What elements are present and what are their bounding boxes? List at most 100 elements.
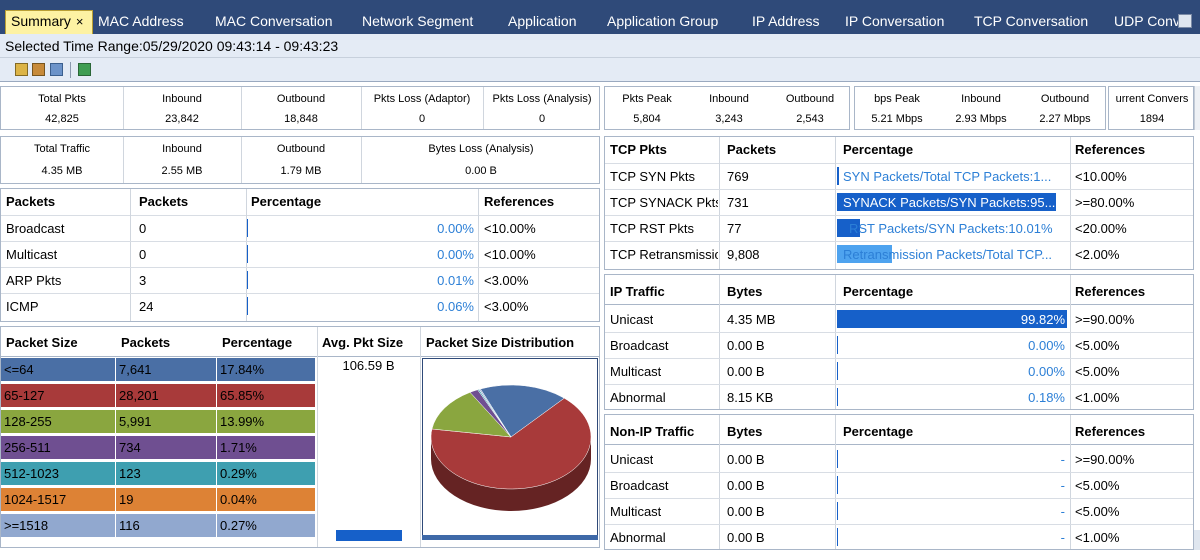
table-row[interactable]: 65-127 28,201 65.85% — [1, 384, 316, 407]
table-row[interactable]: <=64 7,641 17.84% — [1, 358, 316, 381]
col-header-references: References — [484, 194, 555, 209]
row-percentage: RST Packets/SYN Packets:10.01% — [849, 221, 1053, 236]
tab-application[interactable]: Application — [508, 11, 588, 34]
pkts-peak-pane: Pkts Peak Inbound Outbound 5,804 3,243 2… — [604, 86, 850, 130]
row-packets: 7,641 — [116, 358, 217, 381]
row-reference: >=90.00% — [1075, 452, 1135, 467]
bps-peak-pane: bps Peak Inbound Outbound 5.21 Mbps 2.93… — [854, 86, 1106, 130]
outbound-value: 2,543 — [796, 113, 824, 125]
tab-summary[interactable]: Summary — [5, 10, 93, 34]
col-header-percentage: Percentage — [843, 284, 914, 299]
row-packets: 5,991 — [116, 410, 217, 433]
col-header-bytes: Bytes — [727, 284, 763, 299]
divider — [719, 275, 720, 409]
ip-traffic-table: IP Traffic Bytes Percentage References U… — [604, 274, 1194, 410]
percentage-bar — [837, 476, 838, 494]
row-bytes: 0.00 B — [727, 504, 765, 519]
row-percentage: - — [1060, 452, 1065, 467]
divider — [1, 267, 599, 268]
row-percentage: Retransmission Packets/Total TCP... — [843, 247, 1053, 262]
inbound-header: Inbound — [709, 93, 749, 105]
inbound-value: 2.93 Mbps — [955, 113, 1007, 125]
tab-ip-address[interactable]: IP Address — [752, 11, 827, 34]
tab-mac-address[interactable]: MAC Address — [98, 11, 193, 34]
chart-icon[interactable] — [50, 63, 63, 76]
toolbar — [0, 58, 1200, 82]
vertical-scrollbar[interactable] — [1194, 86, 1200, 130]
tab-mac-conversation[interactable]: MAC Conversation — [215, 11, 340, 34]
col-header-references: References — [1075, 424, 1146, 439]
tab-network-segment[interactable]: Network Segment — [362, 11, 490, 34]
percentage-bar — [837, 528, 838, 546]
row-name: Unicast — [610, 452, 654, 467]
divider — [420, 327, 421, 547]
outbound-value: 1.79 MB — [280, 165, 322, 177]
row-percentage: SYN Packets/Total TCP Packets:1... — [843, 169, 1052, 184]
export-icon[interactable] — [15, 63, 28, 76]
col-header-references: References — [1075, 142, 1146, 157]
row-name: Multicast — [610, 364, 662, 379]
non-ip-traffic-table: Non-IP Traffic Bytes Percentage Referenc… — [604, 414, 1194, 550]
copy-icon[interactable] — [32, 63, 45, 76]
row-reference: <20.00% — [1075, 221, 1127, 236]
row-name: Multicast — [610, 504, 662, 519]
col-header-percentage: Percentage — [251, 194, 322, 209]
percentage-bar — [837, 362, 838, 380]
pkts-peak-value: 5,804 — [633, 113, 661, 125]
row-percentage: - — [1060, 478, 1065, 493]
row-bytes: 0.00 B — [727, 530, 765, 545]
divider — [1, 293, 599, 294]
percentage-bar — [837, 167, 839, 185]
row-percentage: 0.01% — [437, 273, 474, 288]
table-row[interactable]: 256-511 734 1.71% — [1, 436, 316, 459]
table-row[interactable]: >=1518 116 0.27% — [1, 514, 316, 537]
divider — [605, 524, 1193, 525]
col-header-references: References — [1075, 284, 1146, 299]
pkts-peak-header: Pkts Peak — [622, 93, 672, 105]
row-name: Multicast — [6, 247, 58, 262]
row-reference: <10.00% — [484, 221, 536, 236]
table-row[interactable]: 128-255 5,991 13.99% — [1, 410, 316, 433]
divider — [1, 356, 599, 357]
row-packets: 9,808 — [727, 247, 760, 262]
tab-ip-conversation[interactable]: IP Conversation — [845, 11, 955, 34]
divider — [605, 332, 1193, 333]
divider — [130, 189, 131, 321]
close-icon[interactable] — [76, 14, 84, 29]
conversations-pane: urrent Convers 1894 — [1108, 86, 1194, 130]
pkts-loss-adaptor-header: Pkts Loss (Adaptor) — [373, 93, 471, 105]
divider — [605, 189, 1193, 190]
divider — [835, 415, 836, 549]
row-percentage: 0.18% — [1028, 390, 1065, 405]
packets-table: Packets Packets Percentage References Br… — [0, 188, 600, 322]
tab-application-group[interactable]: Application Group — [607, 11, 732, 34]
row-name: Unicast — [610, 312, 654, 327]
row-percentage: 0.00% — [1028, 364, 1065, 379]
table-row[interactable]: 1024-1517 19 0.04% — [1, 488, 316, 511]
tab-udp-conversation[interactable]: UDP Conv — [1114, 11, 1178, 34]
tab-tcp-conversation[interactable]: TCP Conversation — [974, 11, 1094, 34]
row-size: 512-1023 — [1, 462, 116, 485]
percentage-bar — [837, 388, 838, 406]
divider — [605, 241, 1193, 242]
row-reference: <2.00% — [1075, 247, 1120, 262]
row-size: 256-511 — [1, 436, 116, 459]
resize-grip-icon[interactable] — [1194, 530, 1200, 550]
row-size: 1024-1517 — [1, 488, 116, 511]
divider — [605, 163, 1193, 164]
row-reference: <5.00% — [1075, 478, 1120, 493]
inbound-value: 23,842 — [165, 113, 199, 125]
row-packets: 123 — [116, 462, 217, 485]
outbound-header: Outbound — [276, 93, 326, 105]
packets-summary-pane: Total Pkts Inbound Outbound Pkts Loss (A… — [0, 86, 600, 130]
row-percentage: - — [1060, 530, 1065, 545]
traffic-summary-pane: Total Traffic Inbound Outbound Bytes Los… — [0, 136, 600, 184]
table-row[interactable]: 512-1023 123 0.29% — [1, 462, 316, 485]
refresh-icon[interactable] — [78, 63, 91, 76]
divider — [1070, 415, 1071, 549]
percentage-bar — [837, 502, 838, 520]
row-bytes: 8.15 KB — [727, 390, 774, 405]
toolbar-divider — [70, 62, 71, 78]
row-percentage: 0.00% — [437, 247, 474, 262]
tab-scroll-icon[interactable] — [1178, 14, 1192, 28]
